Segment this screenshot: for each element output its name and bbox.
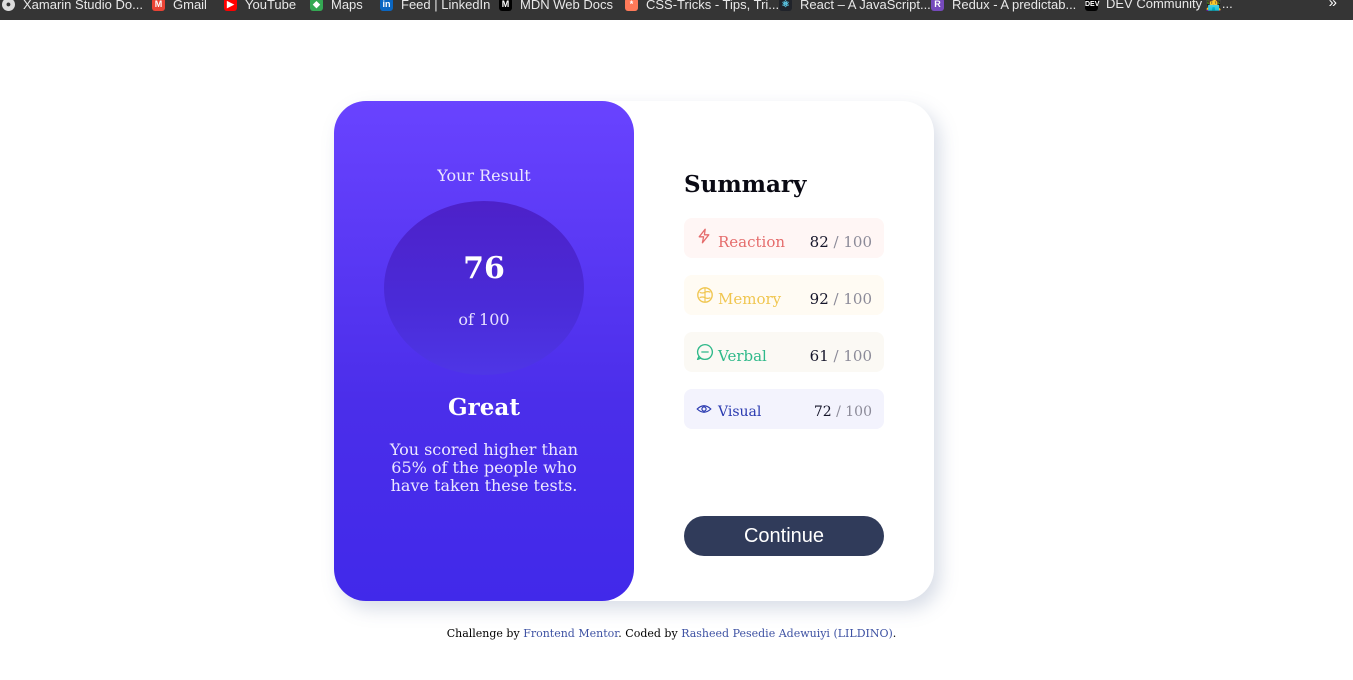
bookmark-label: Maps	[331, 0, 363, 12]
attribution-prefix: Challenge by	[446, 627, 520, 640]
maps-icon: ◆	[310, 0, 323, 11]
result-title: Your Result	[437, 166, 531, 185]
score-value: 76	[463, 251, 505, 286]
summary-score: 61 / 100	[810, 347, 872, 365]
score-number: 92	[809, 290, 829, 308]
bookmark-react[interactable]: ⚛ React – A JavaScript...	[779, 0, 931, 14]
score-total: / 100	[833, 233, 872, 251]
bookmarks-bar: ● Xamarin Studio Do... M Gmail ▶ YouTube…	[0, 0, 1353, 20]
bookmark-label: Feed | LinkedIn	[401, 0, 491, 12]
react-icon: ⚛	[779, 0, 792, 11]
summary-score: 82 / 100	[810, 233, 872, 251]
score-circle: 76 of 100	[384, 201, 584, 375]
attribution-suffix: .	[892, 627, 897, 640]
bookmark-youtube[interactable]: ▶ YouTube	[224, 0, 296, 14]
attribution: Challenge by Frontend Mentor. Coded by R…	[0, 627, 1343, 640]
bookmark-dev[interactable]: DEV DEV Community 👩‍💻...	[1085, 0, 1233, 14]
bookmark-label: Redux - A predictab...	[952, 0, 1077, 12]
bookmark-label: MDN Web Docs	[520, 0, 613, 12]
bookmark-gmail[interactable]: M Gmail	[152, 0, 207, 14]
summary-row-verbal: Verbal 61 / 100	[684, 332, 884, 372]
score-number: 72	[813, 404, 832, 420]
result-rating: Great	[448, 394, 520, 421]
summary-label: Reaction	[718, 233, 786, 251]
score-out-of: of 100	[458, 310, 510, 329]
continue-button[interactable]: Continue	[684, 516, 884, 556]
summary-label: Memory	[718, 290, 782, 308]
results-card: Your Result 76 of 100 Great You scored h…	[334, 101, 934, 601]
bookmark-mdn[interactable]: M MDN Web Docs	[499, 0, 613, 14]
bookmark-label: DEV Community 👩‍💻...	[1106, 0, 1233, 11]
score-total: / 100	[836, 404, 872, 420]
bookmark-maps[interactable]: ◆ Maps	[310, 0, 363, 14]
result-panel: Your Result 76 of 100 Great You scored h…	[334, 101, 634, 601]
bookmark-label: YouTube	[245, 0, 297, 12]
bookmark-label: Gmail	[173, 0, 207, 12]
brain-icon	[697, 287, 713, 303]
score-total: / 100	[833, 290, 872, 308]
score-number: 61	[809, 347, 829, 365]
redux-icon: R	[931, 0, 944, 11]
frontend-mentor-link[interactable]: Frontend Mentor	[523, 627, 618, 640]
summary-label: Verbal	[718, 347, 767, 365]
eye-icon	[696, 405, 712, 413]
summary-row-visual: Visual 72 / 100	[684, 389, 884, 429]
summary-heading: Summary	[684, 171, 807, 198]
summary-score: 72 / 100	[814, 404, 872, 420]
linkedin-icon: in	[380, 0, 393, 11]
summary-row-reaction: Reaction 82 / 100	[684, 218, 884, 258]
bookmarks-overflow-button[interactable]: »	[1329, 0, 1337, 11]
bookmark-label: Xamarin Studio Do...	[23, 0, 143, 12]
summary-label: Visual	[718, 404, 762, 420]
chat-icon	[696, 343, 713, 361]
score-number: 82	[809, 233, 829, 251]
score-total: / 100	[833, 347, 872, 365]
css-tricks-icon: *	[625, 0, 638, 11]
bookmark-label: CSS-Tricks - Tips, Tri...	[646, 0, 780, 12]
youtube-icon: ▶	[224, 0, 237, 11]
bookmark-xamarin[interactable]: ● Xamarin Studio Do...	[2, 0, 143, 14]
lightning-icon	[698, 228, 710, 244]
globe-icon: ●	[2, 0, 15, 11]
summary-score: 92 / 100	[810, 290, 872, 308]
bookmark-label: React – A JavaScript...	[800, 0, 931, 12]
result-description: You scored higher than 65% of the people…	[389, 440, 579, 495]
bookmark-redux[interactable]: R Redux - A predictab...	[931, 0, 1076, 14]
summary-panel: Summary Reaction 82 / 100 Memory 92 / 10…	[684, 101, 884, 601]
summary-row-memory: Memory 92 / 100	[684, 275, 884, 315]
dev-icon: DEV	[1085, 0, 1099, 11]
gmail-icon: M	[152, 0, 165, 11]
bookmark-linkedin[interactable]: in Feed | LinkedIn	[380, 0, 490, 14]
author-link[interactable]: Rasheed Pesedie Adewuiyi (LILDINO)	[681, 627, 893, 640]
bookmark-css-tricks[interactable]: * CSS-Tricks - Tips, Tri...	[625, 0, 779, 14]
attribution-middle: . Coded by	[618, 627, 678, 640]
mdn-icon: M	[499, 0, 512, 11]
